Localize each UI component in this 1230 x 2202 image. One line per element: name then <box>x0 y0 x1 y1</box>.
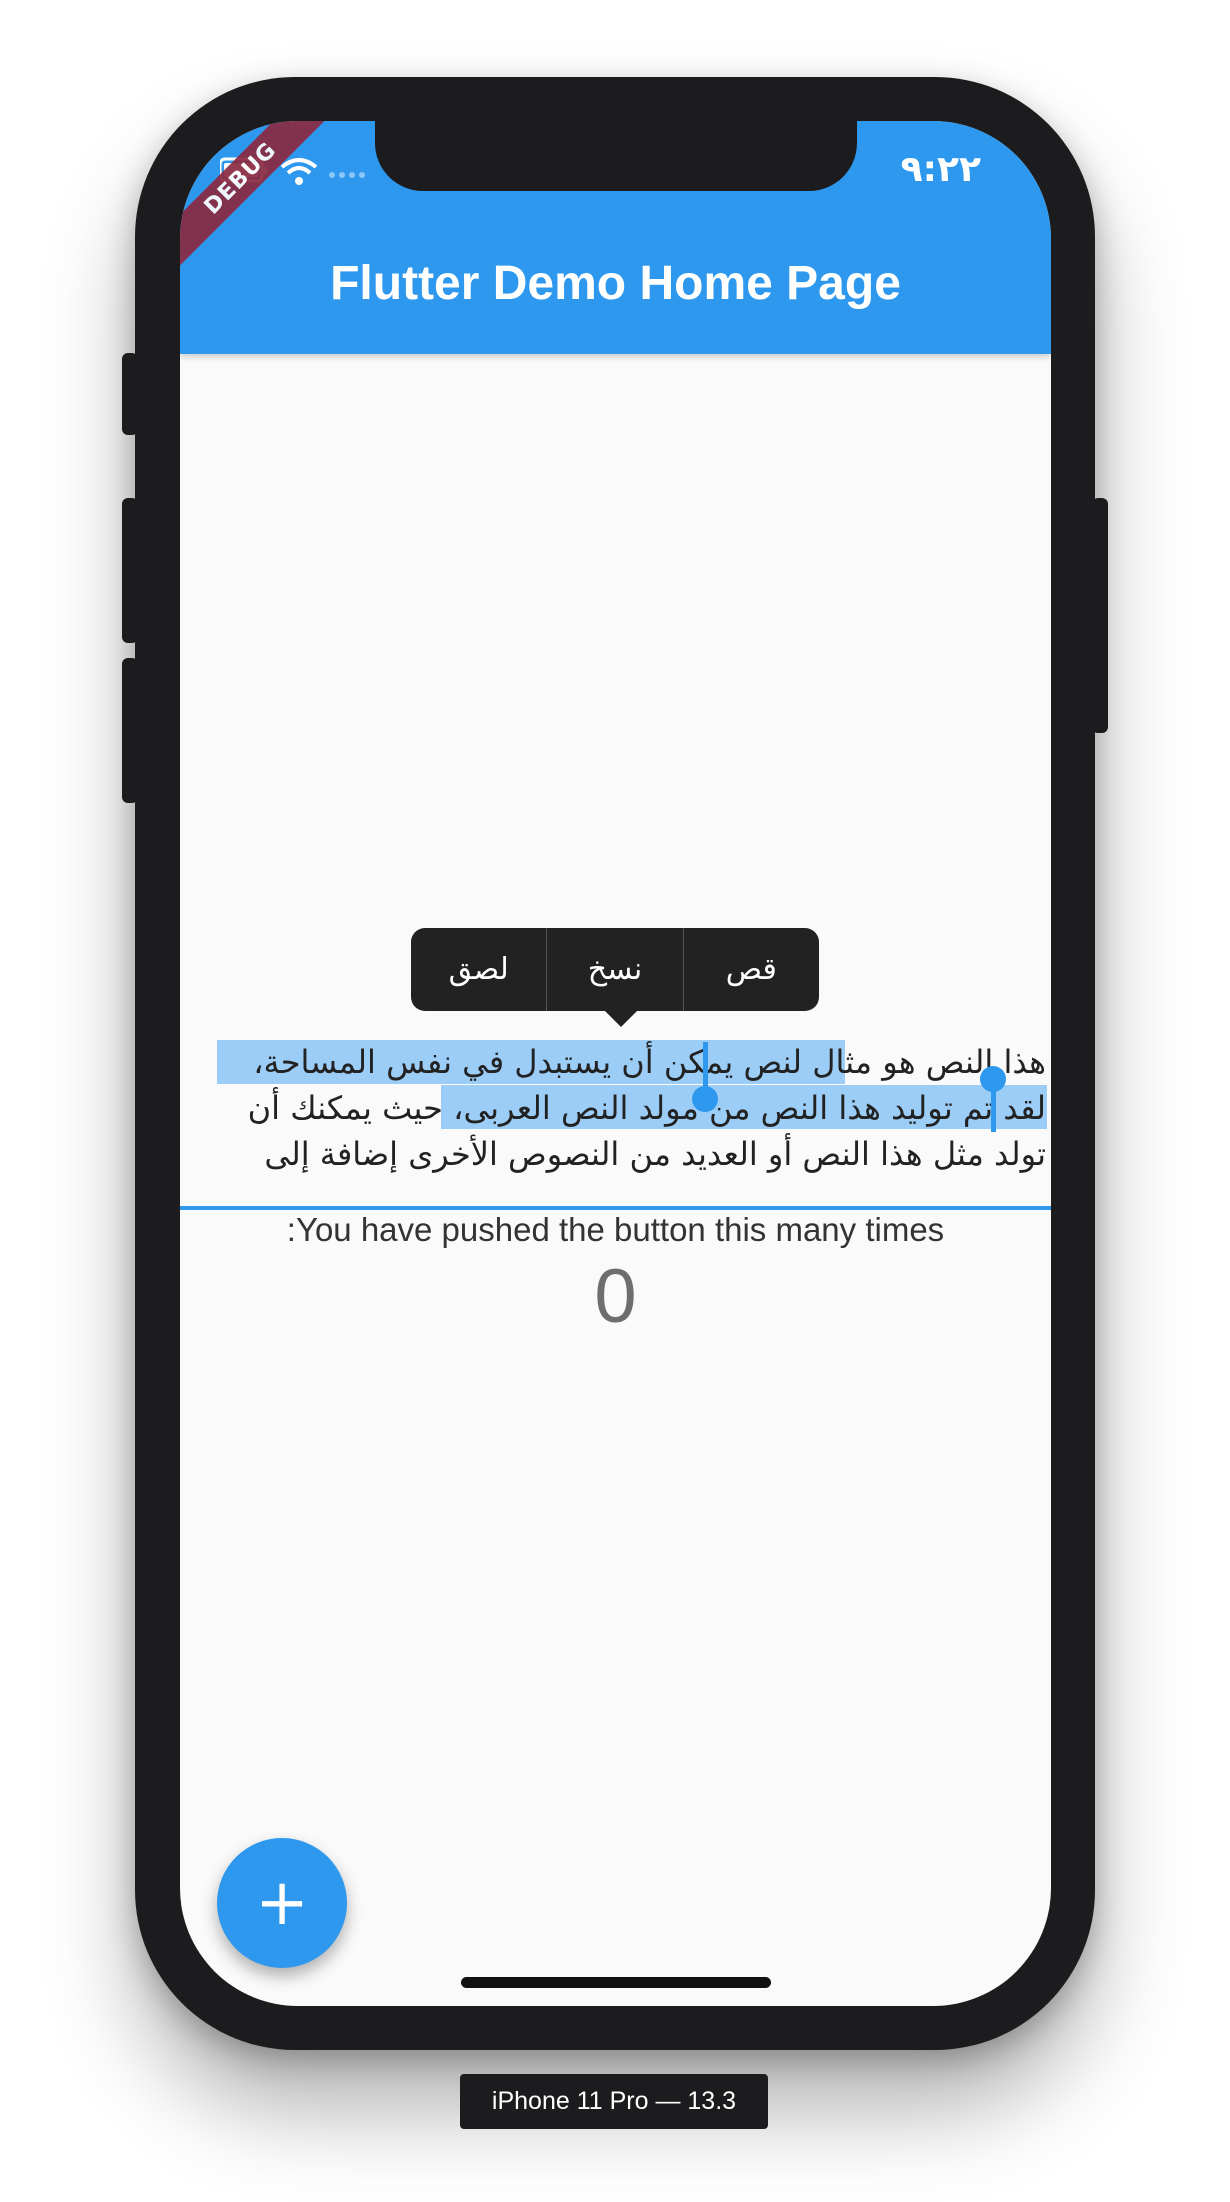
text-line-3: تولد مثل هذا النص أو العديد من النصوص ال… <box>264 1135 1046 1173</box>
mute-switch <box>122 353 138 435</box>
arabic-text-field[interactable]: هذا النص هو مثال لنص يمكن أن يستبدل في ن… <box>190 1039 1046 1177</box>
home-indicator[interactable] <box>461 1977 771 1988</box>
volume-up-button <box>122 498 138 643</box>
app-screen: DEBUG ٩:٢٢ Flutter Demo Home Page هذا ال… <box>180 121 1051 2006</box>
counter-label: You have pushed the button this many tim… <box>286 1211 945 1248</box>
counter-value: 0 <box>594 1254 637 1339</box>
copy-button[interactable]: نسخ <box>546 928 682 1011</box>
text-line-1: هذا النص هو مثال لنص يمكن أن يستبدل في ن… <box>253 1043 1046 1081</box>
volume-down-button <box>122 658 138 803</box>
cut-button[interactable]: قص <box>682 928 819 1011</box>
page-title: Flutter Demo Home Page <box>330 257 901 310</box>
wifi-icon <box>280 158 318 185</box>
app-bar: DEBUG ٩:٢٢ Flutter Demo Home Page <box>180 121 1051 354</box>
text-line-2: لقد تم توليد هذا النص من مولد النص العرب… <box>247 1089 1046 1127</box>
increment-button[interactable]: + <box>217 1838 347 1968</box>
device-notch <box>375 121 857 191</box>
device-label: iPhone 11 Pro — 13.3 <box>460 2074 768 2129</box>
text-selection-toolbar: لصق نسخ قص <box>411 928 819 1027</box>
add-icon: + <box>255 1866 309 1940</box>
toolbar-arrow <box>605 1011 637 1027</box>
signal-dots-icon <box>329 172 365 178</box>
text-field-underline <box>180 1206 1051 1210</box>
status-time: ٩:٢٢ <box>900 149 981 190</box>
paste-button[interactable]: لصق <box>411 928 546 1011</box>
power-button <box>1092 498 1108 733</box>
